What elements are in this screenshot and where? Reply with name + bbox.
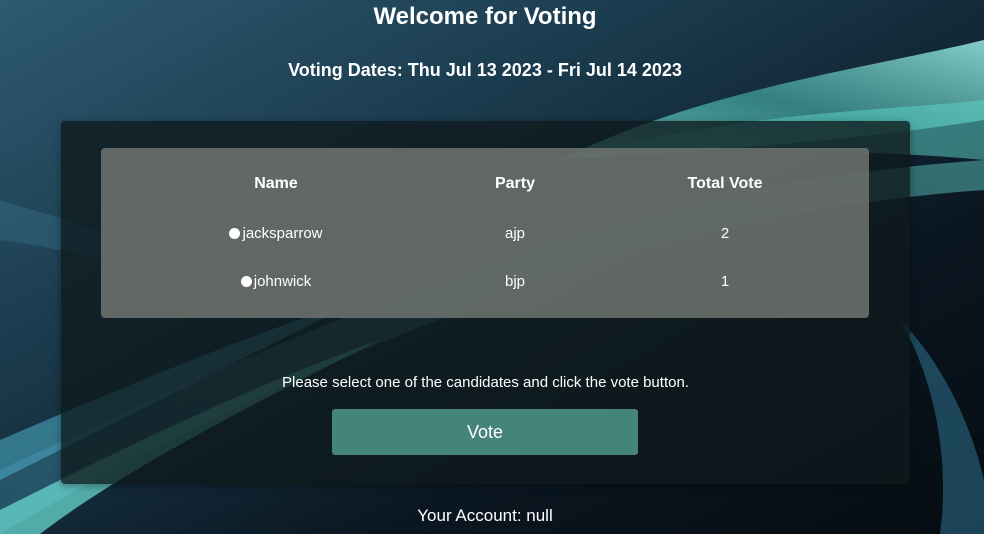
header-party: Party [494, 175, 536, 192]
candidate-radio[interactable] [240, 276, 252, 287]
candidate-votes: 2 [720, 225, 730, 242]
account-info: Your Account: null [417, 506, 553, 525]
table-row: jacksparrow ajp 2 [101, 225, 869, 245]
voting-panel: Name Party Total Vote jacksparrow ajp 2 … [61, 121, 910, 484]
header-total-vote: Total Vote [687, 175, 763, 192]
table-header: Name Party Total Vote [101, 175, 869, 195]
candidate-name: johnwick [253, 273, 312, 290]
candidate-votes: 1 [720, 273, 730, 290]
candidate-party: ajp [504, 225, 526, 242]
page-content: Welcome for Voting Voting Dates: Thu Jul… [0, 0, 984, 534]
table-row: johnwick bjp 1 [101, 273, 869, 293]
candidate-name: jacksparrow [242, 225, 323, 242]
candidate-name-cell: jacksparrow [101, 225, 451, 242]
candidate-party: bjp [504, 273, 526, 290]
header-name: Name [254, 175, 298, 192]
page-title: Welcome for Voting [373, 3, 597, 30]
instructions-text: Please select one of the candidates and … [282, 374, 689, 391]
vote-button[interactable]: Vote [332, 409, 638, 455]
candidate-radio[interactable] [229, 228, 241, 239]
candidates-table: Name Party Total Vote jacksparrow ajp 2 … [101, 148, 869, 318]
candidate-name-cell: johnwick [101, 273, 451, 290]
voting-dates: Voting Dates: Thu Jul 13 2023 - Fri Jul … [288, 60, 682, 80]
